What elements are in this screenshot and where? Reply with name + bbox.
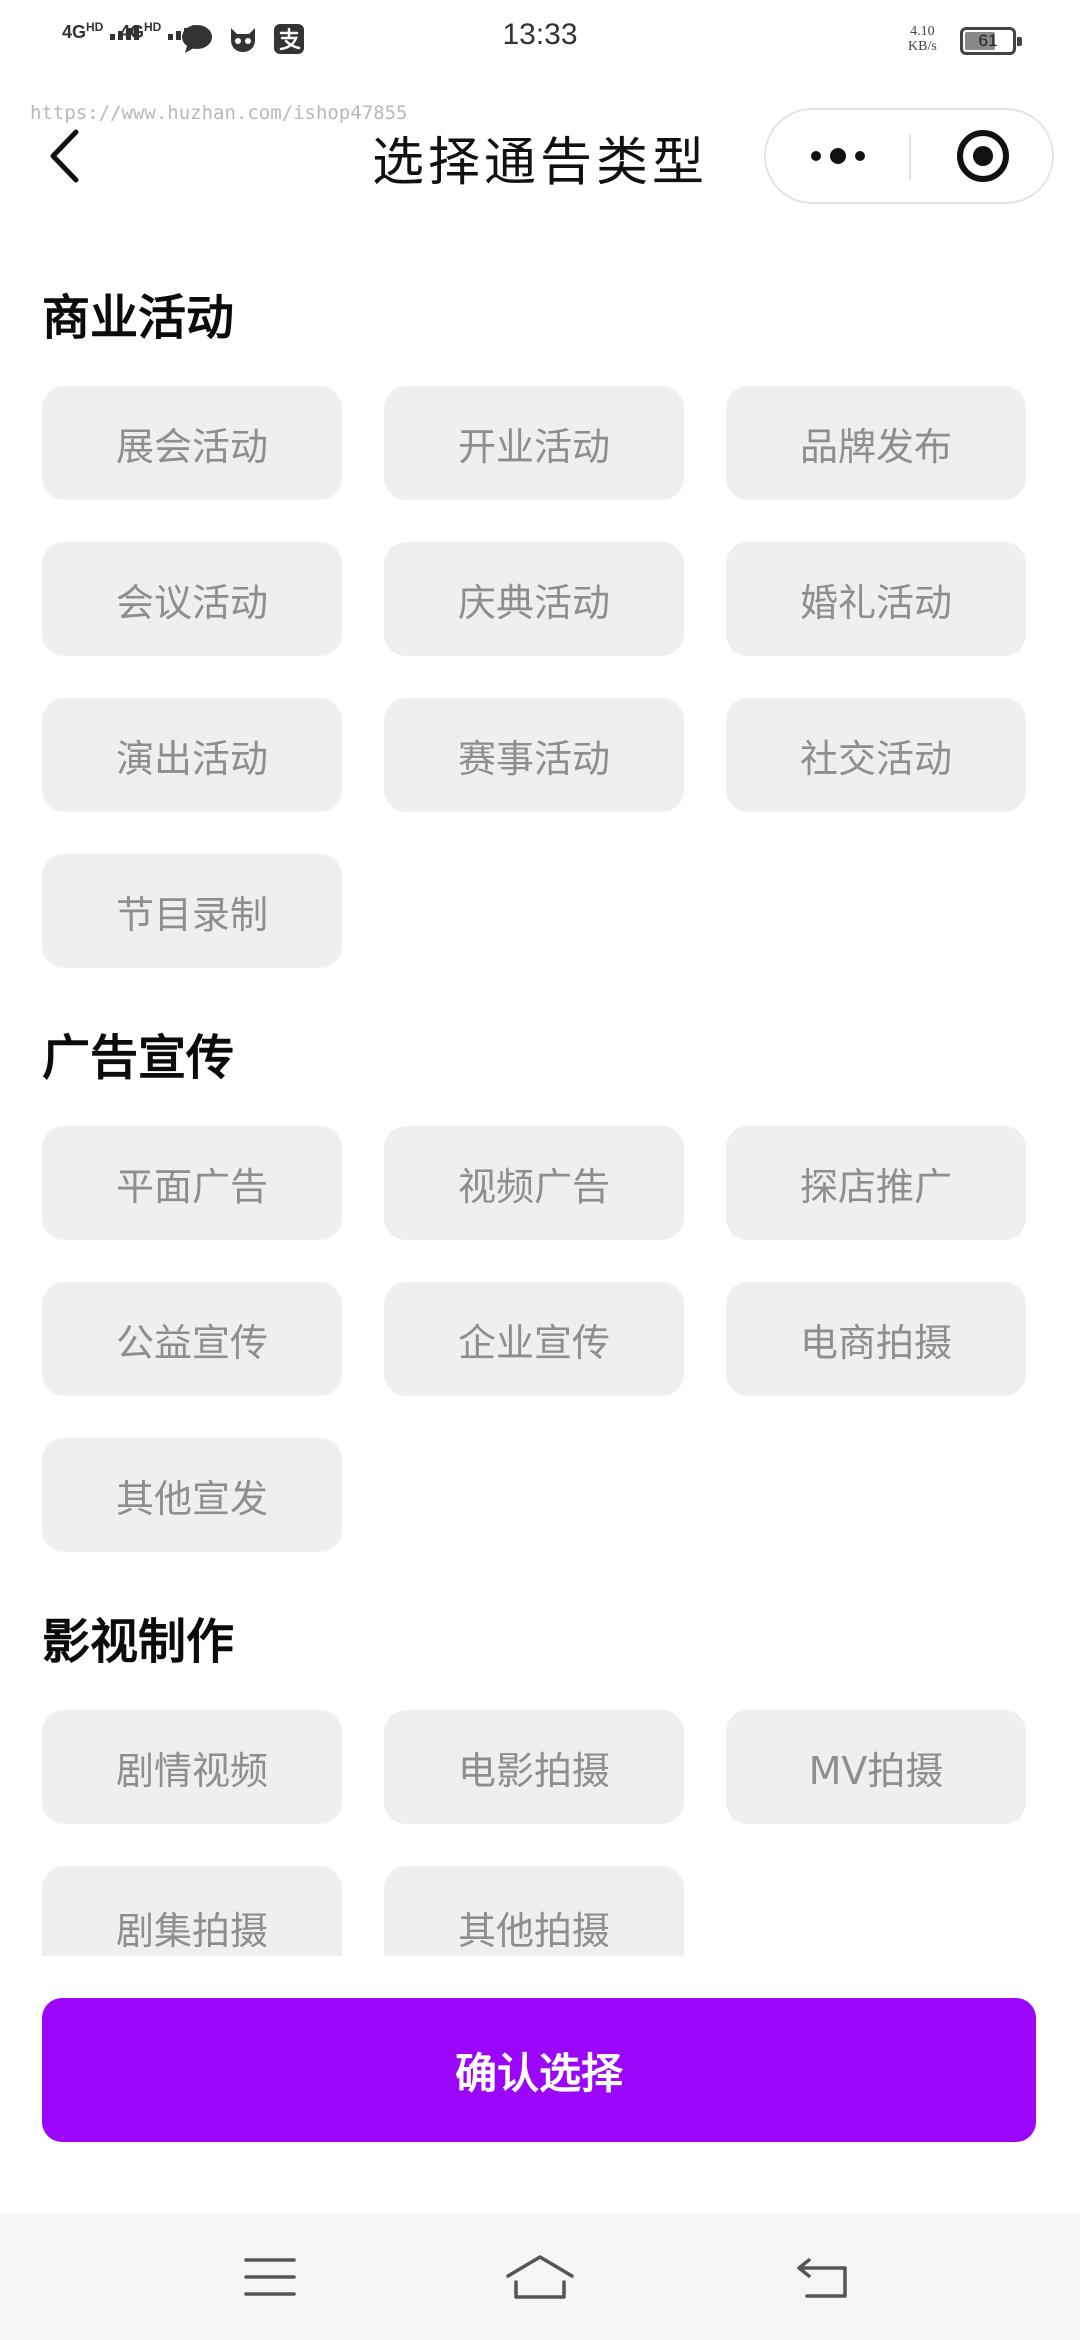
option-chip[interactable]: 平面广告 bbox=[42, 1126, 342, 1240]
home-button[interactable] bbox=[500, 2244, 580, 2310]
option-chip[interactable]: 庆典活动 bbox=[384, 542, 684, 656]
option-chip[interactable]: 婚礼活动 bbox=[726, 542, 1026, 656]
back-return-icon bbox=[797, 2258, 847, 2298]
option-chip[interactable]: 视频广告 bbox=[384, 1126, 684, 1240]
mini-program-capsule bbox=[764, 108, 1054, 204]
option-chip[interactable]: 剧情视频 bbox=[42, 1710, 342, 1824]
network-speed-unit: KB/s bbox=[908, 39, 937, 54]
option-chip[interactable]: 品牌发布 bbox=[726, 386, 1026, 500]
option-chip[interactable]: 探店推广 bbox=[726, 1126, 1026, 1240]
option-chip[interactable]: 赛事活动 bbox=[384, 698, 684, 812]
option-chip[interactable]: 演出活动 bbox=[42, 698, 342, 812]
system-navigation-bar bbox=[0, 2214, 1080, 2340]
confirm-button[interactable]: 确认选择 bbox=[42, 1998, 1036, 2142]
option-chip[interactable]: 其他宣发 bbox=[42, 1438, 342, 1552]
option-chip[interactable]: 剧集拍摄 bbox=[42, 1866, 342, 1956]
option-chip[interactable]: 企业宣传 bbox=[384, 1282, 684, 1396]
network-speed-value: 4.10 bbox=[910, 24, 935, 39]
section-title-business: 商业活动 bbox=[42, 290, 235, 346]
option-chip[interactable]: 电影拍摄 bbox=[384, 1710, 684, 1824]
status-bar: 4GHD 4GHD 13:33 4.10 KB/s 61 bbox=[0, 0, 1080, 80]
target-circle-icon bbox=[957, 130, 1009, 182]
close-mini-program-button[interactable] bbox=[912, 110, 1054, 202]
option-chip[interactable]: 公益宣传 bbox=[42, 1282, 342, 1396]
menu-icon bbox=[244, 2258, 296, 2296]
section-title-film: 影视制作 bbox=[42, 1614, 235, 1670]
option-chip[interactable]: 展会活动 bbox=[42, 386, 342, 500]
network-speed: 4.10 KB/s bbox=[908, 24, 937, 54]
option-chip[interactable]: 节目录制 bbox=[42, 854, 342, 968]
capsule-divider bbox=[909, 134, 911, 180]
option-chip[interactable]: 开业活动 bbox=[384, 386, 684, 500]
menu-button[interactable] bbox=[230, 2244, 310, 2310]
more-dots-icon bbox=[811, 148, 865, 164]
option-chip[interactable]: 其他拍摄 bbox=[384, 1866, 684, 1956]
home-icon bbox=[506, 2255, 574, 2299]
more-button[interactable] bbox=[766, 110, 910, 202]
option-chip[interactable]: MV拍摄 bbox=[726, 1710, 1026, 1824]
option-chip[interactable]: 会议活动 bbox=[42, 542, 342, 656]
section-title-advertising: 广告宣传 bbox=[42, 1030, 235, 1086]
option-chip[interactable]: 社交活动 bbox=[726, 698, 1026, 812]
battery-icon: 61 bbox=[960, 27, 1022, 55]
back-return-button[interactable] bbox=[784, 2244, 864, 2310]
option-chip[interactable]: 电商拍摄 bbox=[726, 1282, 1026, 1396]
battery-level: 61 bbox=[978, 31, 998, 50]
